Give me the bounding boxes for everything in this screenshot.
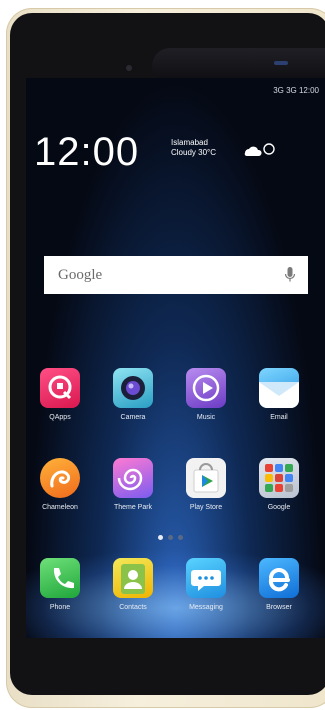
app-label: Contacts <box>119 604 147 611</box>
play-store-icon <box>186 458 226 498</box>
app-label: Play Store <box>189 504 223 511</box>
phone-icon <box>40 558 80 598</box>
app-label: Messaging <box>189 604 223 611</box>
envelope-icon <box>259 368 299 408</box>
app-camera[interactable]: Camera <box>103 368 163 421</box>
app-chameleon[interactable]: Chameleon <box>30 458 90 511</box>
home-screen: 3G 3G 12:00 12:00 Islamabad Cloudy 30°C … <box>26 78 325 638</box>
app-play-store[interactable]: Play Store <box>176 458 236 511</box>
app-label: Chameleon <box>42 504 78 511</box>
notification-led <box>274 61 288 65</box>
app-email[interactable]: Email <box>249 368 309 421</box>
app-label: Email <box>270 414 288 421</box>
theme-park-icon <box>113 458 153 498</box>
cloud-sun-icon <box>244 143 275 157</box>
music-icon <box>186 368 226 408</box>
qapps-icon <box>40 368 80 408</box>
contacts-icon <box>113 558 153 598</box>
app-label: Theme Park <box>113 504 153 511</box>
google-folder-icon <box>259 458 299 498</box>
clock-time: 12:00 <box>34 130 140 174</box>
browser-icon <box>259 558 299 598</box>
page-dot[interactable] <box>168 535 173 540</box>
app-google-folder[interactable]: Google <box>249 458 309 511</box>
status-bar: 3G 3G 12:00 <box>273 86 319 95</box>
app-label: QApps <box>49 414 71 421</box>
dock-contacts[interactable]: Contacts <box>103 558 163 611</box>
dock-messaging[interactable]: Messaging <box>176 558 236 611</box>
dock-phone[interactable]: Phone <box>30 558 90 611</box>
app-theme-park[interactable]: Theme Park <box>103 458 163 511</box>
weather-info: Islamabad Cloudy 30°C <box>171 138 216 158</box>
dock-browser[interactable]: Browser <box>249 558 309 611</box>
weather-condition: Cloudy 30°C <box>171 148 216 157</box>
app-label: Music <box>196 414 216 421</box>
message-icon <box>186 558 226 598</box>
front-camera <box>126 65 132 71</box>
page-indicator[interactable] <box>158 535 183 540</box>
weather-city: Islamabad <box>171 138 208 147</box>
camera-icon <box>113 368 153 408</box>
app-label: Google <box>267 504 291 511</box>
mic-icon[interactable] <box>284 266 296 284</box>
app-label: Phone <box>49 604 71 611</box>
page-dot[interactable] <box>158 535 163 540</box>
chameleon-icon <box>40 458 80 498</box>
app-music[interactable]: Music <box>176 368 236 421</box>
google-search-bar[interactable]: Google <box>44 256 308 294</box>
app-label: Browser <box>266 604 292 611</box>
app-label: Camera <box>120 414 146 421</box>
page-dot[interactable] <box>178 535 183 540</box>
search-placeholder: Google <box>58 267 103 283</box>
app-qapps[interactable]: QApps <box>30 368 90 421</box>
status-text: 3G 3G 12:00 <box>273 86 319 95</box>
